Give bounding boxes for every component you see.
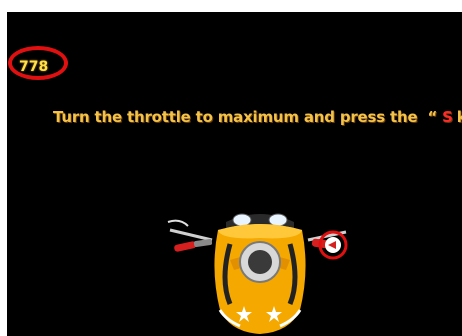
game-screen[interactable]: 778 Turn the throttle to maximum and pre… bbox=[7, 12, 462, 336]
instruction-open-quote: “ bbox=[427, 108, 438, 126]
instruction-main: Turn the throttle to maximum and press t… bbox=[53, 108, 418, 126]
fuel-tank bbox=[214, 224, 306, 334]
left-handlebar bbox=[167, 219, 213, 252]
instruction-text: Turn the throttle to maximum and press t… bbox=[53, 108, 462, 126]
motorcycle-handlebar-icon bbox=[167, 213, 348, 334]
counter-value: 778 bbox=[19, 59, 49, 75]
instruction-key-word: key bbox=[456, 108, 462, 126]
instruction-key-letter: S bbox=[442, 108, 453, 126]
